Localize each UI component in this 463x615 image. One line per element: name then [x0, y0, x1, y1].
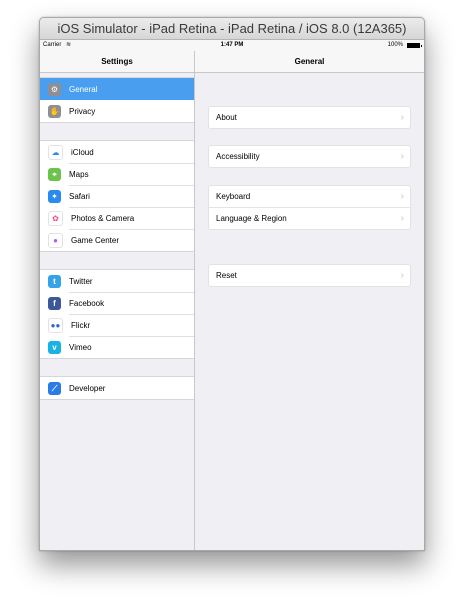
sidebar-item-label: iCloud [71, 147, 94, 157]
general-group: Accessibility › [208, 145, 411, 168]
sidebar-item-privacy[interactable]: ✋ Privacy [40, 100, 194, 122]
hand-icon: ✋ [48, 104, 61, 118]
sidebar-item-game-center[interactable]: ● Game Center [40, 229, 194, 251]
general-item-reset[interactable]: Reset › [209, 265, 410, 286]
general-item-about[interactable]: About › [209, 107, 410, 128]
chevron-right-icon: › [400, 270, 404, 281]
settings-group: ☁ iCloud ⌖ Maps ✦ Safari ✿ Photos & Camera ● Game… [40, 140, 194, 252]
settings-master-pane: Settings ⚙ General ✋ Privacy ☁ iCloud ⌖ Maps ✦ Sa… [40, 51, 195, 550]
general-item-label: Accessibility [216, 152, 260, 161]
general-item-label: Keyboard [216, 192, 251, 201]
general-item-label: About [216, 113, 237, 122]
sidebar-item-label: Flickr [71, 320, 91, 330]
sidebar-item-label: General [69, 84, 98, 94]
sidebar-item-label: Maps [69, 169, 89, 179]
simulator-window: iOS Simulator - iPad Retina - iPad Retin… [39, 17, 425, 551]
sidebar-item-flickr[interactable]: ●● Flickr [40, 314, 194, 336]
sidebar-item-label: Vimeo [69, 342, 92, 352]
settings-group: ⚙ General ✋ Privacy [40, 77, 194, 123]
general-group: Reset › [208, 264, 411, 287]
photos-icon: ✿ [48, 210, 63, 226]
general-item-label: Language & Region [216, 214, 287, 223]
settings-list: ⚙ General ✋ Privacy ☁ iCloud ⌖ Maps ✦ Safari ✿ Phot… [40, 77, 194, 400]
sidebar-item-photos-camera[interactable]: ✿ Photos & Camera [40, 207, 194, 229]
chevron-right-icon: › [400, 213, 404, 224]
status-time: 1:47 PM [220, 42, 244, 48]
settings-group: ⟋ Developer [40, 376, 194, 400]
chevron-right-icon: › [400, 112, 404, 123]
sidebar-item-maps[interactable]: ⌖ Maps [40, 163, 194, 185]
sidebar-item-label: Safari [69, 191, 90, 201]
maps-icon: ⌖ [48, 167, 61, 181]
sidebar-item-safari[interactable]: ✦ Safari [40, 185, 194, 207]
facebook-icon: f [48, 296, 61, 310]
general-item-accessibility[interactable]: Accessibility › [209, 146, 410, 167]
cloud-icon: ☁ [48, 144, 63, 160]
general-item-language-region[interactable]: Language & Region › [209, 207, 410, 229]
general-detail-pane: General About › Accessibility › Keyboard › Lan… [195, 51, 424, 550]
game-center-icon: ● [48, 232, 63, 248]
sidebar-item-twitter[interactable]: t Twitter [40, 270, 194, 292]
battery-icon [407, 43, 422, 48]
sidebar-item-label: Facebook [69, 298, 105, 308]
sidebar-item-label: Photos & Camera [71, 213, 135, 223]
sidebar-item-icloud[interactable]: ☁ iCloud [40, 141, 194, 163]
window-title: iOS Simulator - iPad Retina - iPad Retin… [40, 18, 424, 40]
chevron-right-icon: › [400, 151, 404, 162]
twitter-icon: t [48, 274, 61, 288]
sidebar-item-facebook[interactable]: f Facebook [40, 292, 194, 314]
status-bar: Carrier ≋ 1:47 PM 100% [40, 40, 424, 51]
flickr-icon: ●● [48, 317, 63, 333]
sidebar-item-vimeo[interactable]: v Vimeo [40, 336, 194, 358]
gear-icon: ⚙ [48, 82, 61, 96]
sidebar-item-label: Privacy [69, 106, 96, 116]
vimeo-icon: v [48, 340, 61, 354]
general-group: Keyboard › Language & Region › [208, 185, 411, 230]
master-nav-title: Settings [40, 51, 194, 73]
sidebar-item-general[interactable]: ⚙ General [40, 78, 194, 100]
sidebar-item-label: Twitter [69, 276, 93, 286]
general-item-keyboard[interactable]: Keyboard › [209, 186, 410, 207]
hammer-icon: ⟋ [48, 381, 61, 395]
sidebar-item-developer[interactable]: ⟋ Developer [40, 377, 194, 399]
settings-group: t Twitter f Facebook ●● Flickr v Vimeo [40, 269, 194, 359]
sidebar-item-label: Game Center [71, 235, 120, 245]
general-item-label: Reset [216, 271, 237, 280]
detail-nav-title: General [195, 51, 424, 73]
battery-percent: 100% [387, 42, 403, 48]
sidebar-item-label: Developer [69, 383, 106, 393]
compass-icon: ✦ [48, 189, 61, 203]
general-group: About › [208, 106, 411, 129]
chevron-right-icon: › [400, 191, 404, 202]
